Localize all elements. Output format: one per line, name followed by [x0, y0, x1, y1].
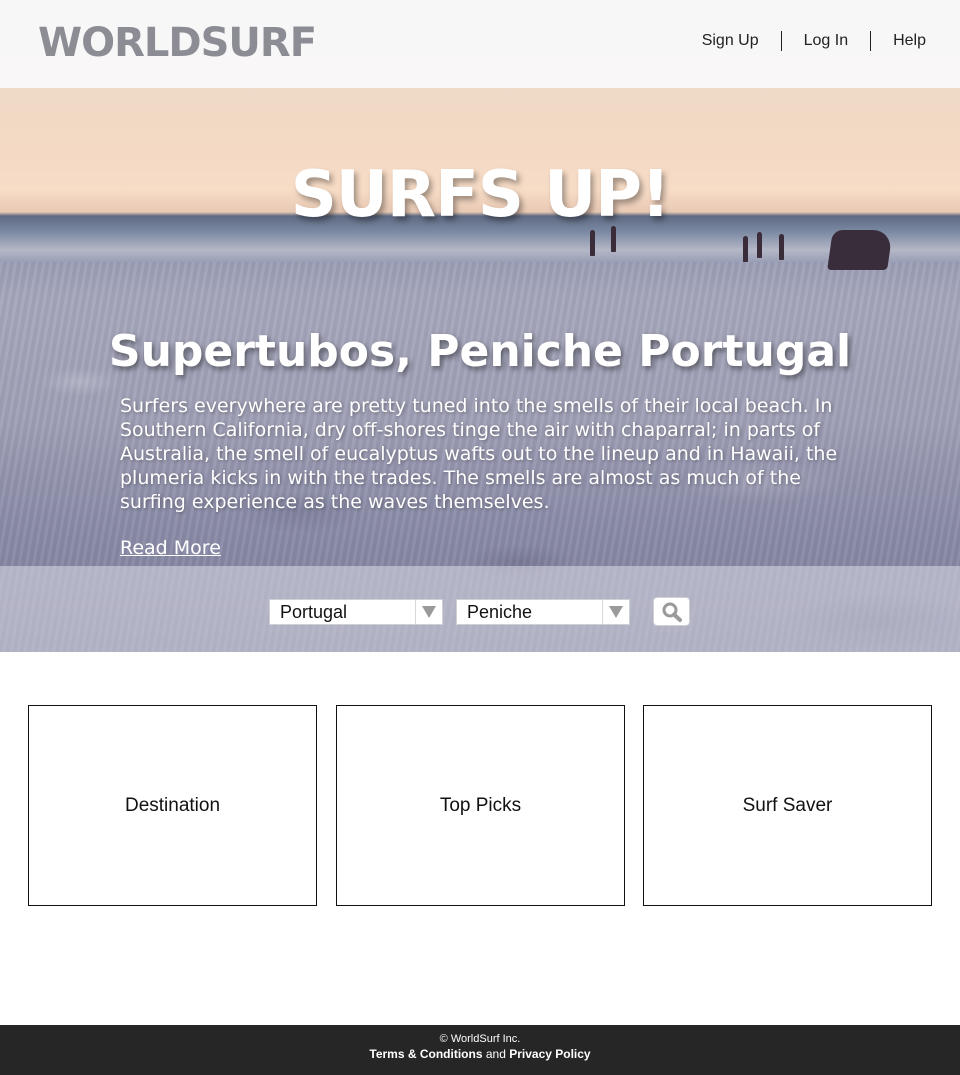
person-silhouette: [757, 232, 762, 258]
nav-divider: [780, 31, 782, 51]
country-select[interactable]: Portugal: [269, 599, 443, 625]
top-picks-card[interactable]: Top Picks: [336, 705, 625, 906]
hero-headline: SURFS UP!: [290, 158, 671, 232]
top-nav: Sign Up Log In Help: [694, 31, 934, 51]
log-in-link[interactable]: Log In: [796, 32, 856, 50]
destination-card[interactable]: Destination: [28, 705, 317, 906]
search-button[interactable]: [653, 597, 690, 626]
worldsurf-logo[interactable]: WORLDSURF: [38, 20, 317, 66]
card-label: Top Picks: [439, 794, 522, 816]
country-select-value: Portugal: [280, 602, 348, 622]
town-select[interactable]: Peniche: [456, 599, 630, 625]
privacy-link[interactable]: Privacy Policy: [509, 1047, 590, 1061]
terms-link[interactable]: Terms & Conditions: [369, 1047, 482, 1061]
footer: © WorldSurf Inc. Terms & Conditions and …: [0, 1025, 960, 1075]
nav-divider: [870, 31, 872, 51]
triangle-down-icon[interactable]: [415, 600, 442, 624]
hero-banner: WORLDSURF Sign Up Log In Help SURFS UP! …: [0, 0, 960, 652]
help-link[interactable]: Help: [885, 32, 934, 50]
read-more-link[interactable]: Read More: [120, 537, 221, 559]
triangle-down-icon[interactable]: [602, 600, 629, 624]
copyright-text: © WorldSurf Inc.: [439, 1033, 521, 1045]
sign-up-link[interactable]: Sign Up: [694, 32, 767, 50]
featured-spot-title: Supertubos, Peniche Portugal: [108, 326, 852, 377]
beached-boat: [827, 230, 893, 270]
magnifier-icon: [662, 602, 682, 622]
footer-links: Terms & Conditions and Privacy Policy: [0, 1047, 960, 1061]
featured-spot-description: Surfers everywhere are pretty tuned into…: [120, 395, 838, 513]
town-select-value: Peniche: [467, 602, 533, 622]
person-silhouette: [779, 234, 784, 260]
person-silhouette: [743, 236, 748, 262]
search-bar: Portugal Peniche: [0, 566, 960, 652]
footer-and-text: and: [485, 1047, 506, 1061]
person-silhouette: [590, 230, 595, 256]
card-label: Destination: [124, 794, 221, 816]
surf-saver-card[interactable]: Surf Saver: [643, 705, 932, 906]
top-bar: WORLDSURF Sign Up Log In Help: [0, 0, 960, 88]
card-label: Surf Saver: [742, 794, 833, 816]
